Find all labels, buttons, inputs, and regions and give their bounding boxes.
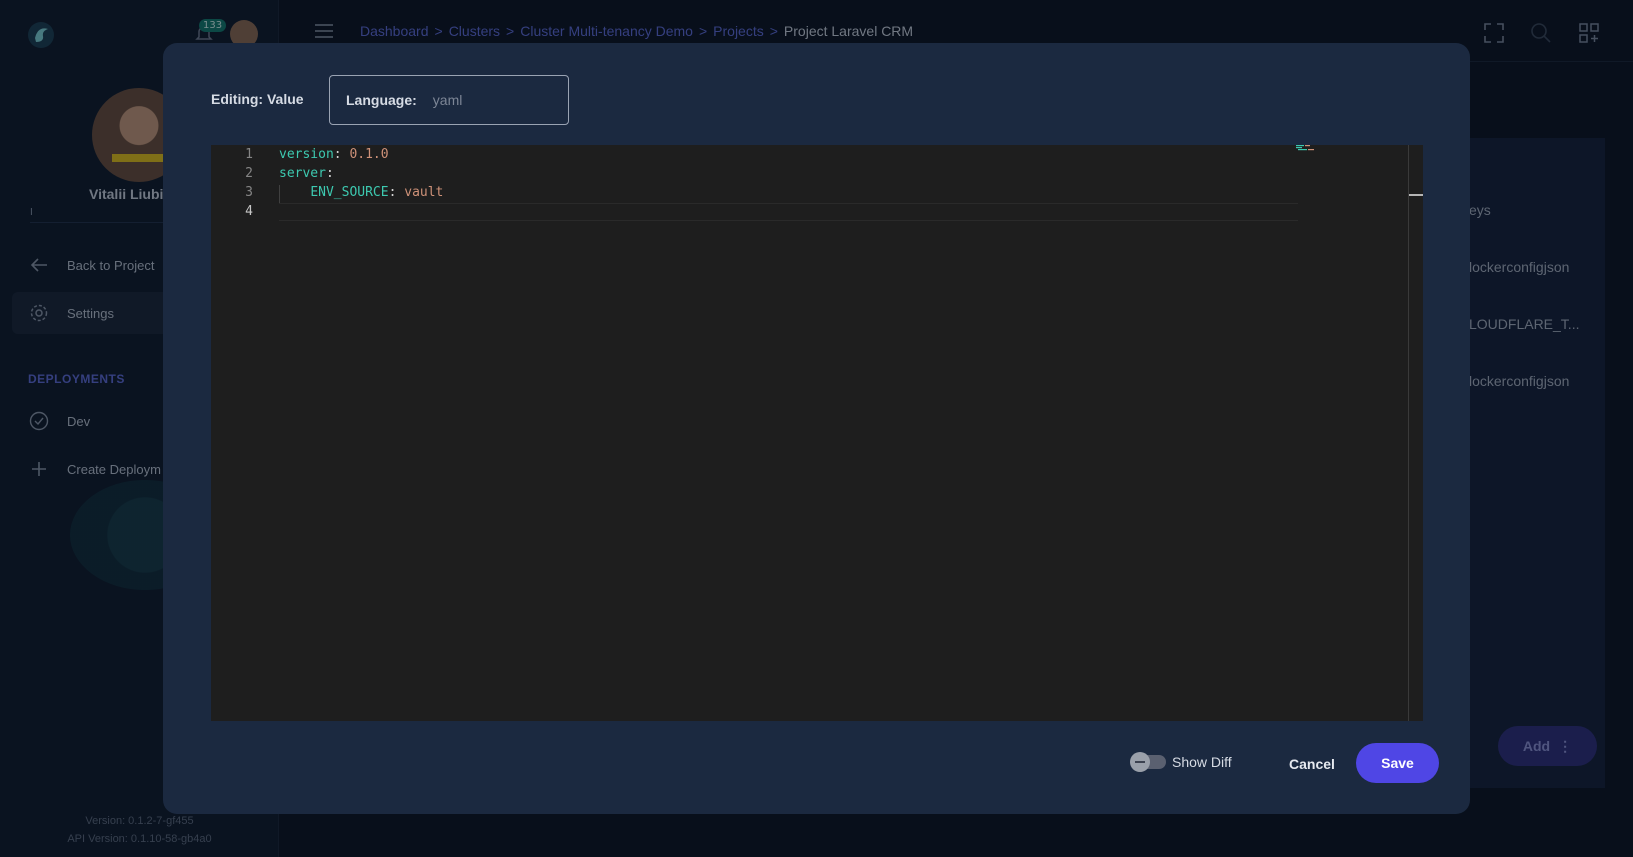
toggle-switch[interactable] [1130,752,1166,772]
line-number-active: 4 [245,204,253,219]
code-line: version: 0.1.0 [279,147,389,162]
code-line: server: [279,166,334,181]
line-number: 3 [245,185,253,200]
line-number: 1 [245,147,253,162]
code-editor[interactable]: 1 2 3 4 version: 0.1.0 server: ENV_SOURC… [211,145,1423,721]
show-diff-toggle[interactable]: Show Diff [1130,752,1232,772]
language-select[interactable]: Language: yaml [329,75,569,125]
code-line: ENV_SOURCE: vault [310,185,444,200]
current-line-highlight [279,203,1298,221]
minimap[interactable] [1296,145,1318,151]
line-number-gutter: 1 2 3 4 [211,145,271,721]
cancel-button[interactable]: Cancel [1272,744,1352,784]
save-button[interactable]: Save [1356,743,1439,783]
edit-value-dialog: Editing: Value Language: yaml 1 2 3 4 ve… [163,43,1470,814]
language-value: yaml [432,92,463,108]
dialog-title: Editing: Value [211,91,304,107]
scrollbar-cursor-marker [1409,194,1423,196]
editor-scrollbar[interactable] [1408,145,1409,721]
line-number: 2 [245,166,253,181]
language-label: Language: [346,92,417,108]
show-diff-label: Show Diff [1172,754,1232,770]
